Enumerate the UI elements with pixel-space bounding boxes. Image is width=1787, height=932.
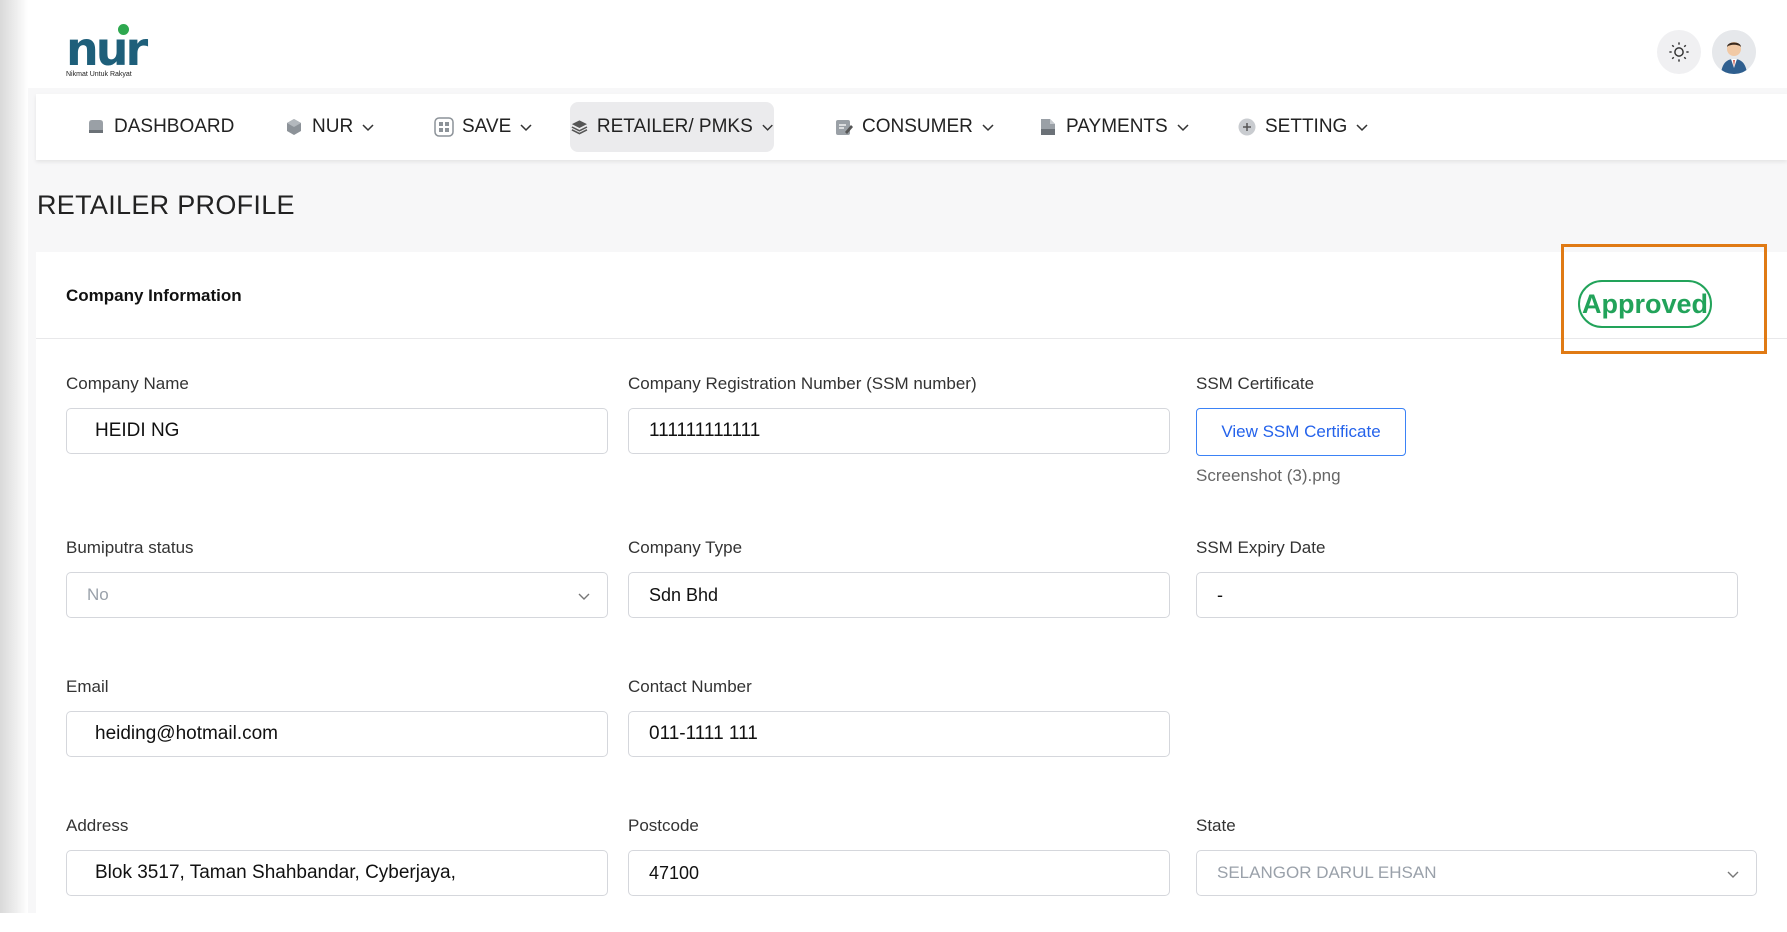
app-window: nur Nikmat Untuk Rakyat DASHBOARD NUR SA… (28, 12, 1787, 932)
ssm-expiry-date-label: SSM Expiry Date (1196, 538, 1326, 557)
brand-logo[interactable]: nur Nikmat Untuk Rakyat (66, 22, 166, 86)
status-badge: Approved (1578, 280, 1712, 328)
logo-tagline: Nikmat Untuk Rakyat (66, 71, 132, 78)
top-bar: nur Nikmat Untuk Rakyat (28, 12, 1787, 88)
email-field[interactable]: heiding@hotmail.com (66, 711, 608, 757)
edit-document-icon (836, 120, 853, 135)
nav-setting[interactable]: SETTING (1217, 102, 1389, 152)
nav-retailer-pmks[interactable]: RETAILER/ PMKS (570, 102, 774, 152)
bumiputra-status-value: No (87, 585, 109, 604)
document-icon (1041, 119, 1055, 135)
chevron-down-icon (762, 124, 773, 131)
ssm-expiry-date-input[interactable]: - (1196, 572, 1738, 618)
nav-save[interactable]: SAVE (414, 102, 553, 152)
view-ssm-certificate-button[interactable]: View SSM Certificate (1196, 408, 1406, 456)
chevron-down-icon (982, 124, 994, 132)
registration-number-label: Company Registration Number (SSM number) (628, 374, 977, 393)
email-label: Email (66, 677, 109, 696)
address-input[interactable]: Blok 3517, Taman Shahbandar, Cyberjaya, (66, 850, 608, 896)
company-type-input[interactable]: Sdn Bhd (628, 572, 1170, 618)
user-avatar[interactable] (1712, 30, 1756, 74)
company-information-card: Company Information Approved Company Nam… (36, 244, 1787, 932)
grid-icon (434, 117, 454, 137)
chevron-down-icon (362, 124, 374, 132)
nav-dashboard[interactable]: DASHBOARD (66, 102, 254, 152)
card-header: Company Information Approved (36, 244, 1787, 354)
chevron-down-icon (520, 124, 532, 132)
nav-consumer-label: CONSUMER (862, 116, 973, 137)
page-title: RETAILER PROFILE (37, 190, 295, 220)
plus-circle-icon (1238, 118, 1256, 136)
ssm-certificate-label: SSM Certificate (1196, 374, 1315, 393)
nav-consumer[interactable]: CONSUMER (814, 102, 1015, 152)
layers-icon (571, 120, 588, 135)
company-name-input[interactable]: HEIDI NG (66, 408, 608, 454)
nav-retailer-pmks-label: RETAILER/ PMKS (596, 116, 753, 137)
chevron-down-icon (1356, 124, 1368, 132)
nav-payments[interactable]: PAYMENTS (1018, 102, 1210, 152)
nav-setting-label: SETTING (1265, 116, 1348, 137)
ssm-certificate-filename: Screenshot (3).png (1196, 466, 1341, 485)
chevron-down-icon (1727, 871, 1739, 878)
chevron-down-icon (578, 593, 590, 600)
bumiputra-status-label: Bumiputra status (66, 538, 194, 557)
postcode-label: Postcode (628, 816, 699, 835)
cube-icon (287, 119, 301, 135)
postcode-input[interactable]: 47100 (628, 850, 1170, 896)
theme-toggle-button[interactable] (1657, 30, 1701, 74)
nav-save-label: SAVE (462, 116, 512, 137)
logo-text: nur (66, 22, 148, 76)
chevron-down-icon (1177, 124, 1189, 132)
dashboard-icon (89, 120, 103, 133)
state-value: SELANGOR DARUL EHSAN (1217, 863, 1437, 882)
state-label: State (1196, 816, 1236, 835)
nav-nur[interactable]: NUR (264, 102, 395, 152)
nav-nur-label: NUR (312, 116, 354, 137)
address-label: Address (66, 816, 129, 835)
card-title: Company Information (66, 286, 242, 305)
registration-number-input[interactable]: 111111111111 (628, 408, 1170, 454)
user-avatar-icon (1712, 30, 1756, 74)
nav-dashboard-label: DASHBOARD (114, 116, 235, 137)
company-name-label: Company Name (66, 374, 189, 393)
nav-payments-label: PAYMENTS (1066, 116, 1168, 137)
contact-number-input[interactable]: 011-1111 111 (628, 711, 1170, 757)
company-type-label: Company Type (628, 538, 743, 557)
bumiputra-status-select[interactable]: No (66, 572, 608, 618)
state-select[interactable]: SELANGOR DARUL EHSAN (1196, 850, 1757, 896)
window-shadow (0, 0, 28, 913)
contact-number-label: Contact Number (628, 677, 752, 696)
sun-icon (1669, 42, 1689, 62)
main-nav: DASHBOARD NUR SAVE RETAILER/ PMKS CONSUM… (36, 94, 1787, 160)
